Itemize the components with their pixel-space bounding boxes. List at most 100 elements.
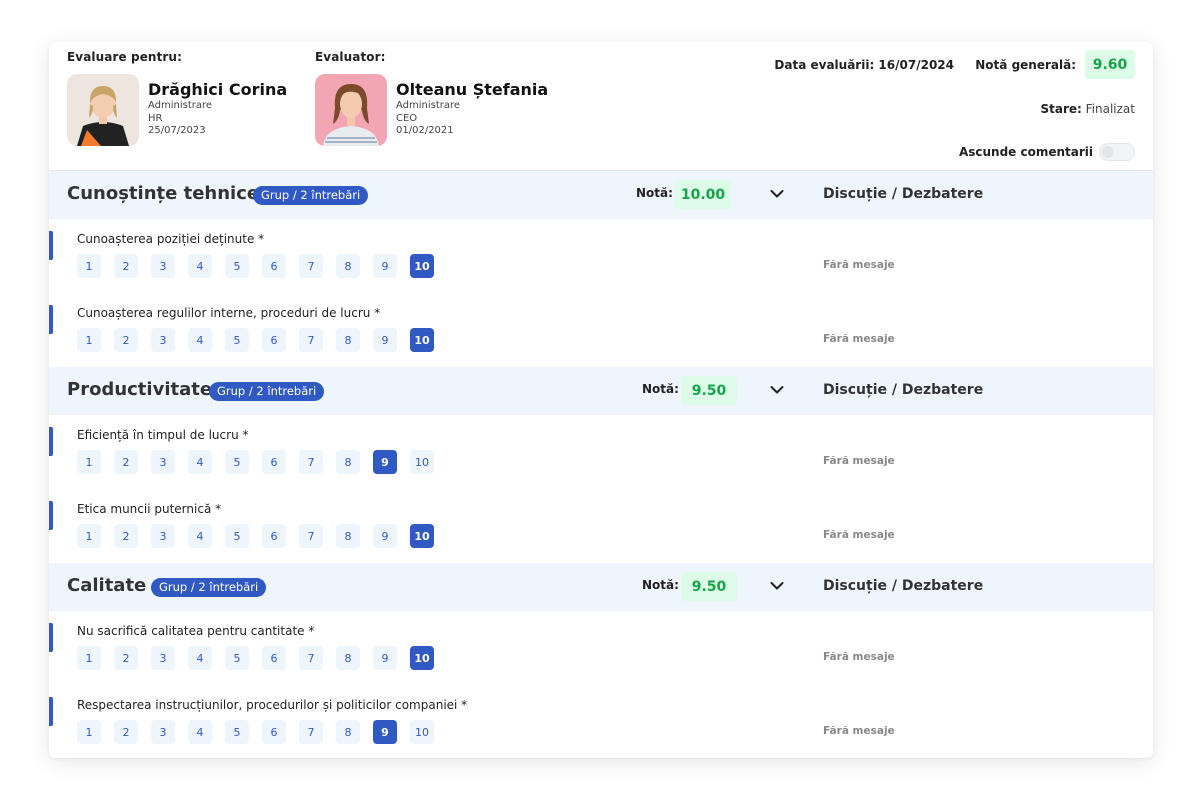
- chevron-down-icon[interactable]: [770, 581, 784, 591]
- rating-option[interactable]: 5: [225, 450, 249, 474]
- group-grade-value: 9.50: [681, 376, 737, 405]
- status-value: Finalizat: [1085, 102, 1135, 116]
- rating-option[interactable]: 9: [373, 450, 397, 474]
- rating-option[interactable]: 4: [188, 646, 212, 670]
- rating-option[interactable]: 2: [114, 254, 138, 278]
- rating-option[interactable]: 3: [151, 254, 175, 278]
- rating-option[interactable]: 5: [225, 524, 249, 548]
- group-grade-label: Notă:: [642, 578, 679, 592]
- rating-option[interactable]: 3: [151, 524, 175, 548]
- question-label: Etica muncii puternică *: [77, 502, 222, 516]
- evaluation-header: Evaluare pentru: Drăghici Corina Adminis…: [49, 42, 1153, 171]
- rating-option[interactable]: 8: [336, 646, 360, 670]
- rating-option[interactable]: 5: [225, 328, 249, 352]
- hide-comments: Ascunde comentarii: [959, 143, 1135, 161]
- rating-option[interactable]: 10: [410, 720, 434, 744]
- group-title: Productivitate: [67, 379, 213, 400]
- rating-option[interactable]: 2: [114, 328, 138, 352]
- rating-option[interactable]: 10: [410, 646, 434, 670]
- rating-option[interactable]: 9: [373, 254, 397, 278]
- rating-option[interactable]: 2: [114, 720, 138, 744]
- question-indicator: [49, 427, 53, 456]
- evaluator-label: Evaluator:: [315, 50, 386, 64]
- discussion-link[interactable]: Discuție / Dezbatere: [823, 382, 983, 398]
- rating-option[interactable]: 7: [299, 646, 323, 670]
- rating-option[interactable]: 2: [114, 450, 138, 474]
- rating-option[interactable]: 7: [299, 720, 323, 744]
- group-title: Calitate: [67, 575, 147, 596]
- rating-scale: 1 2 3 4 5 6 7 8 9 10: [77, 254, 447, 278]
- question-row: Nu sacrifică calitatea pentru cantitate …: [49, 611, 1153, 685]
- rating-option[interactable]: 10: [410, 328, 434, 352]
- evaluator-department: CEO: [396, 112, 418, 124]
- rating-option[interactable]: 9: [373, 328, 397, 352]
- evaluated-role: Administrare: [148, 100, 213, 111]
- no-messages-text: Fără mesaje: [823, 529, 895, 541]
- rating-option[interactable]: 9: [373, 720, 397, 744]
- rating-option[interactable]: 6: [262, 254, 286, 278]
- evaluation-card: Evaluare pentru: Drăghici Corina Adminis…: [49, 42, 1153, 758]
- group-badge: Grup / 2 întrebări: [151, 578, 267, 597]
- rating-option[interactable]: 5: [225, 646, 249, 670]
- hide-comments-toggle[interactable]: [1099, 143, 1135, 161]
- rating-option[interactable]: 3: [151, 328, 175, 352]
- general-grade-label: Notă generală:: [975, 58, 1076, 72]
- rating-option[interactable]: 7: [299, 524, 323, 548]
- question-row: Cunoașterea regulilor interne, proceduri…: [49, 293, 1153, 367]
- status-label: Stare:: [1040, 102, 1082, 116]
- rating-scale: 1 2 3 4 5 6 7 8 9 10: [77, 450, 447, 474]
- rating-option[interactable]: 2: [114, 524, 138, 548]
- rating-option[interactable]: 10: [410, 524, 434, 548]
- rating-option[interactable]: 4: [188, 450, 212, 474]
- chevron-down-icon[interactable]: [770, 385, 784, 395]
- rating-option[interactable]: 1: [77, 450, 101, 474]
- rating-option[interactable]: 9: [373, 646, 397, 670]
- rating-option[interactable]: 7: [299, 328, 323, 352]
- rating-option[interactable]: 4: [188, 254, 212, 278]
- rating-option[interactable]: 6: [262, 524, 286, 548]
- rating-option[interactable]: 3: [151, 646, 175, 670]
- rating-option[interactable]: 3: [151, 450, 175, 474]
- rating-option[interactable]: 7: [299, 450, 323, 474]
- rating-option[interactable]: 1: [77, 720, 101, 744]
- rating-option[interactable]: 2: [114, 646, 138, 670]
- rating-option[interactable]: 10: [410, 254, 434, 278]
- groups-list: Cunoștințe tehnice Grup / 2 întrebări Notă…: [49, 171, 1153, 758]
- evaluation-date: Data evaluării: 16/07/2024: [774, 58, 954, 72]
- group-header: Calitate Grup / 2 întrebări Notă: 9.50 Discu…: [49, 563, 1153, 611]
- question-row: Respectarea instrucțiunilor, procedurilo…: [49, 685, 1153, 758]
- no-messages-text: Fără mesaje: [823, 725, 895, 737]
- rating-option[interactable]: 9: [373, 524, 397, 548]
- question-indicator: [49, 231, 53, 260]
- chevron-down-icon[interactable]: [770, 189, 784, 199]
- rating-option[interactable]: 8: [336, 254, 360, 278]
- general-grade-value: 9.60: [1085, 50, 1135, 79]
- rating-option[interactable]: 5: [225, 254, 249, 278]
- question-indicator: [49, 305, 53, 334]
- rating-option[interactable]: 4: [188, 720, 212, 744]
- rating-option[interactable]: 3: [151, 720, 175, 744]
- rating-option[interactable]: 7: [299, 254, 323, 278]
- rating-option[interactable]: 1: [77, 328, 101, 352]
- rating-option[interactable]: 4: [188, 524, 212, 548]
- rating-option[interactable]: 1: [77, 524, 101, 548]
- discussion-link[interactable]: Discuție / Dezbatere: [823, 186, 983, 202]
- rating-option[interactable]: 1: [77, 646, 101, 670]
- rating-option[interactable]: 8: [336, 450, 360, 474]
- rating-option[interactable]: 6: [262, 450, 286, 474]
- rating-option[interactable]: 6: [262, 720, 286, 744]
- group-badge: Grup / 2 întrebări: [253, 186, 369, 205]
- group-grade-label: Notă:: [642, 382, 679, 396]
- discussion-link[interactable]: Discuție / Dezbatere: [823, 578, 983, 594]
- rating-option[interactable]: 5: [225, 720, 249, 744]
- rating-option[interactable]: 8: [336, 524, 360, 548]
- rating-option[interactable]: 6: [262, 646, 286, 670]
- status: Stare: Finalizat: [1040, 102, 1135, 116]
- question-label: Cunoașterea regulilor interne, proceduri…: [77, 306, 381, 320]
- rating-option[interactable]: 4: [188, 328, 212, 352]
- rating-option[interactable]: 10: [410, 450, 434, 474]
- rating-option[interactable]: 1: [77, 254, 101, 278]
- rating-option[interactable]: 6: [262, 328, 286, 352]
- rating-option[interactable]: 8: [336, 720, 360, 744]
- rating-option[interactable]: 8: [336, 328, 360, 352]
